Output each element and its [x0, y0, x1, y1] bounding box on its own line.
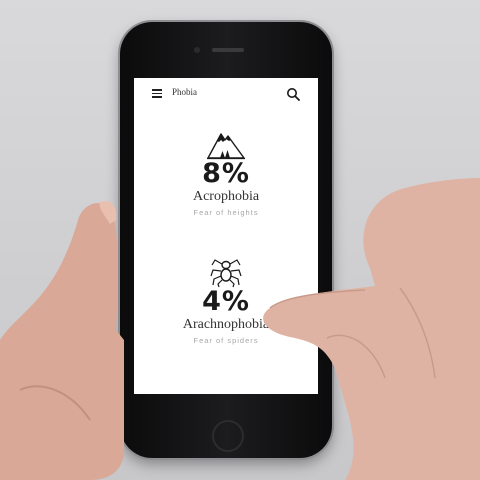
hamburger-menu-icon[interactable]	[152, 89, 162, 98]
home-button[interactable]	[212, 420, 244, 452]
app-top-bar: Phobia	[134, 78, 318, 110]
earpiece-speaker	[212, 48, 244, 52]
app-title: Phobia	[172, 87, 198, 97]
mountain-icon	[207, 133, 245, 160]
left-hand	[0, 200, 124, 480]
right-hand	[263, 178, 480, 480]
spider-icon	[210, 259, 242, 288]
front-camera	[194, 47, 200, 53]
search-icon[interactable]	[286, 87, 300, 101]
